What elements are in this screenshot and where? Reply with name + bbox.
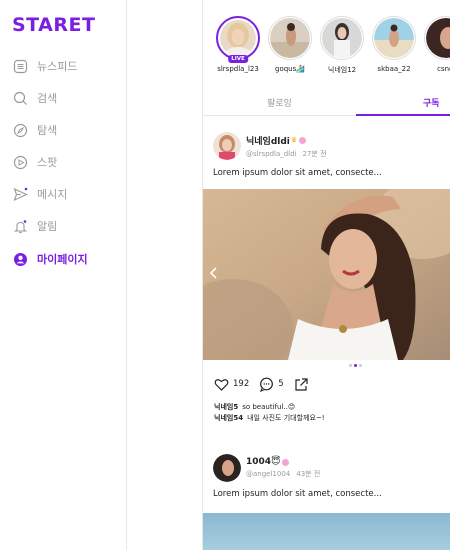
comment-count: 5 [278, 379, 284, 389]
sidebar-item-label: 검색 [37, 92, 58, 105]
post-header: 1004😇 @angel1004 43분 전 [213, 453, 320, 483]
post-header: 닉네임dldi ♛ @slrspdla_dldi 27분 전 [213, 131, 327, 161]
app-root: STARET 뉴스피드 검색 탐색 스팟 메시지 알림 마이페이지 LIVE s… [0, 0, 450, 550]
story-avatar [374, 18, 414, 58]
story-item[interactable]: skbaa_22 [371, 16, 417, 73]
pink-badge-icon [299, 136, 307, 144]
share-icon[interactable] [294, 377, 309, 392]
sidebar-item-label: 마이페이지 [37, 253, 88, 266]
play-icon [12, 154, 28, 170]
post-nickname[interactable]: 닉네임dldi [246, 134, 290, 147]
story-ring [372, 16, 416, 60]
live-badge: LIVE [228, 55, 248, 63]
sidebar-item-spot[interactable]: 스팟 [12, 151, 57, 173]
post-username: @slrspdla_dldi [246, 149, 297, 158]
comment-text: so beautiful..😊 [242, 403, 296, 411]
post-username: @angel1004 [246, 470, 291, 478]
story-name: goqus🏄 [275, 65, 305, 73]
comment-text: 내일 사진도 기대할께요~! [247, 414, 325, 422]
story-avatar [270, 18, 310, 58]
story-ring [268, 16, 312, 60]
sidebar-item-label: 메시지 [37, 188, 68, 201]
carousel-dot[interactable] [359, 364, 362, 367]
sidebar-item-label: 스팟 [37, 156, 58, 169]
column-gutter [127, 0, 203, 550]
sidebar-item-explore[interactable]: 탐색 [12, 119, 57, 141]
feed: LIVE slrspdla_l23 goqus🏄 닉네임12 skbaa_22 … [203, 0, 450, 550]
bell-icon [12, 218, 28, 234]
sidebar-item-label: 알림 [37, 220, 58, 233]
comment-row: 닉네임5 so beautiful..😊 [214, 402, 295, 412]
post-actions: 192 5 [214, 376, 313, 392]
post-time: 43분 전 [296, 470, 321, 478]
avatar[interactable] [213, 454, 241, 482]
compass-icon [12, 122, 28, 138]
sidebar: STARET 뉴스피드 검색 탐색 스팟 메시지 알림 마이페이지 [0, 0, 127, 550]
post-caption[interactable]: Lorem ipsum dolor sit amet, consecte... [213, 489, 382, 499]
comment-icon[interactable] [259, 377, 274, 392]
sidebar-item-label: 탐색 [37, 124, 58, 137]
comment-user[interactable]: 닉네임54 [214, 414, 243, 422]
sidebar-item-notifications[interactable]: 알림 [12, 215, 57, 237]
stories-bar: LIVE slrspdla_l23 goqus🏄 닉네임12 skbaa_22 … [203, 0, 450, 82]
tab-subscribe[interactable]: 구독 [423, 96, 440, 109]
story-name: csncl [437, 65, 450, 73]
post-meta: @slrspdla_dldi 27분 전 [246, 149, 327, 159]
post-author-line: 1004😇 [246, 457, 320, 467]
story-item[interactable]: LIVE slrspdla_l23 [215, 16, 261, 73]
story-ring [320, 16, 364, 60]
chevron-left-icon[interactable] [209, 267, 219, 279]
story-item[interactable]: 닉네임12 [319, 16, 365, 75]
sidebar-item-newsfeed[interactable]: 뉴스피드 [12, 55, 77, 77]
story-avatar [426, 18, 450, 58]
sidebar-item-search[interactable]: 검색 [12, 87, 57, 109]
tab-following[interactable]: 팔로잉 [267, 96, 292, 109]
like-count: 192 [233, 379, 250, 389]
search-icon [12, 90, 28, 106]
post-meta: @angel1004 43분 전 [246, 469, 320, 479]
story-name: 닉네임12 [327, 66, 357, 74]
sidebar-item-message[interactable]: 메시지 [12, 183, 67, 205]
crown-badge-icon: ♛ [290, 136, 298, 144]
comment-row: 닉네임54 내일 사진도 기대할께요~! [214, 413, 325, 423]
post-time: 27분 전 [302, 149, 327, 158]
post-caption[interactable]: Lorem ipsum dolor sit amet, consecte... [213, 168, 382, 178]
post-photo[interactable] [203, 513, 450, 550]
carousel-dot[interactable] [349, 364, 352, 367]
story-name: skbaa_22 [377, 65, 411, 73]
newsfeed-icon [12, 58, 28, 74]
story-avatar [220, 20, 256, 56]
story-item[interactable]: csncl [423, 16, 450, 73]
carousel-dots [349, 364, 362, 367]
story-avatar [322, 18, 362, 58]
post-image [203, 189, 450, 360]
sidebar-item-label: 뉴스피드 [37, 60, 78, 73]
active-tab-indicator [356, 114, 450, 116]
app-logo[interactable]: STARET [12, 14, 95, 36]
story-name: slrspdla_l23 [217, 65, 259, 73]
profile-icon [12, 251, 28, 267]
send-icon [12, 186, 28, 202]
story-ring [424, 16, 450, 60]
avatar[interactable] [213, 132, 241, 160]
post-nickname[interactable]: 1004😇 [246, 457, 280, 467]
heart-icon[interactable] [214, 377, 229, 392]
feed-tabs: 팔로잉 구독 [203, 88, 450, 116]
comment-user[interactable]: 닉네임5 [214, 403, 238, 411]
post-photo[interactable] [203, 189, 450, 360]
pink-badge-icon [282, 458, 290, 466]
story-ring-live: LIVE [216, 16, 260, 63]
post-author-line: 닉네임dldi ♛ [246, 134, 327, 147]
story-item[interactable]: goqus🏄 [267, 16, 313, 73]
carousel-dot-active[interactable] [354, 364, 357, 367]
sidebar-item-mypage[interactable]: 마이페이지 [12, 248, 88, 270]
